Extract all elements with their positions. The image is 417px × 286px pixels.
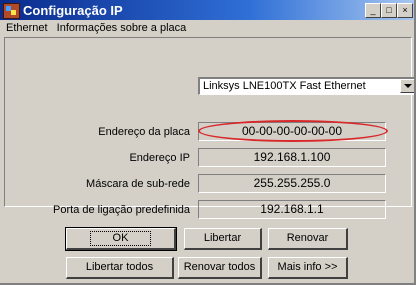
- mac-address-field: 00-00-00-00-00-00: [198, 122, 386, 141]
- ip-config-window: Configuração IP _ □ × Ethernet Informaçõ…: [0, 0, 416, 285]
- adapter-select[interactable]: Linksys LNE100TX Fast Ethernet: [198, 77, 414, 95]
- adapter-select-value: Linksys LNE100TX Fast Ethernet: [203, 80, 366, 92]
- ip-address-label: Endereço IP: [129, 152, 190, 164]
- renew-button[interactable]: Renovar: [268, 228, 348, 250]
- maximize-button[interactable]: □: [381, 3, 397, 18]
- gateway-label: Porta de ligação predefinida: [53, 204, 190, 216]
- menu-ethernet[interactable]: Ethernet: [6, 22, 48, 34]
- mac-address-label: Endereço da placa: [98, 126, 190, 138]
- title-bar[interactable]: Configuração IP _ □ ×: [0, 0, 414, 20]
- window-title: Configuração IP: [23, 3, 123, 18]
- ok-button[interactable]: OK: [65, 227, 177, 251]
- close-button[interactable]: ×: [397, 3, 413, 18]
- ip-address-field: 192.168.1.100: [198, 148, 386, 167]
- gateway-field: 192.168.1.1: [198, 200, 386, 219]
- minimize-button[interactable]: _: [365, 3, 381, 18]
- ok-button-label: OK: [89, 231, 152, 246]
- subnet-mask-field: 255.255.255.0: [198, 174, 386, 193]
- more-info-button[interactable]: Mais info >>: [268, 257, 348, 279]
- release-all-button[interactable]: Libertar todos: [66, 257, 174, 279]
- menu-bar: Ethernet Informações sobre a placa: [6, 22, 192, 36]
- network-app-icon: [3, 3, 20, 19]
- dropdown-arrow-icon[interactable]: [400, 79, 414, 93]
- renew-all-button[interactable]: Renovar todos: [178, 257, 262, 279]
- menu-adapter-info[interactable]: Informações sobre a placa: [57, 22, 187, 34]
- release-button[interactable]: Libertar: [184, 228, 262, 250]
- subnet-mask-label: Máscara de sub-rede: [86, 178, 190, 190]
